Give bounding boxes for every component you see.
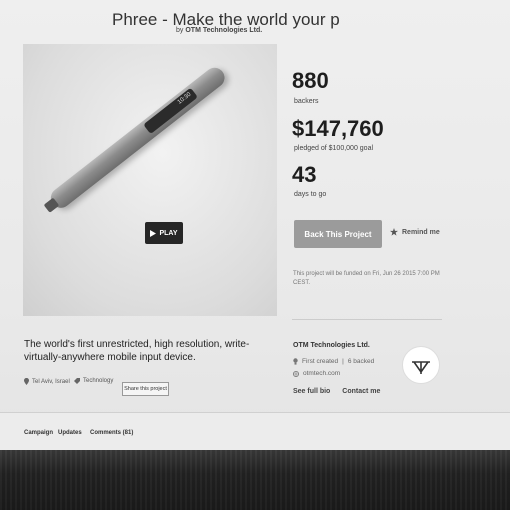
- funding-note: This project will be funded on Fri, Jun …: [293, 271, 440, 286]
- backed-count[interactable]: 6 backed: [348, 358, 374, 365]
- pen-display-text: 10:30: [176, 91, 193, 106]
- first-created-text: First created: [302, 358, 339, 365]
- category-text: Technology: [83, 378, 114, 384]
- pen-display: 10:30: [143, 87, 198, 135]
- creator-link[interactable]: OTM Technologies Ltd.: [185, 27, 262, 34]
- otm-logo-icon: [412, 361, 430, 374]
- pen-tip: [43, 197, 60, 213]
- location-link[interactable]: Tel Aviv, Israel: [24, 378, 70, 385]
- pledged-label: pledged of $100,000 goal: [294, 145, 374, 152]
- divider: [292, 319, 442, 320]
- tag-icon: [74, 378, 80, 384]
- stat-separator: |: [342, 358, 344, 365]
- backers-count: 880: [292, 68, 329, 93]
- creator-name[interactable]: OTM Technologies Ltd.: [293, 342, 370, 349]
- star-icon: [390, 228, 398, 236]
- project-video[interactable]: 10:30 PLAY: [23, 44, 277, 316]
- project-description: The world's first unrestricted, high res…: [24, 339, 250, 363]
- backers-label: backers: [294, 98, 319, 105]
- remind-me-button[interactable]: Remind me: [390, 228, 440, 236]
- contact-me-link[interactable]: Contact me: [342, 388, 380, 395]
- byline: by OTM Technologies Ltd.: [176, 27, 262, 34]
- creator-stats: First created | 6 backed: [293, 358, 374, 365]
- tab-updates[interactable]: Updates: [58, 430, 82, 436]
- days-label: days to go: [294, 191, 327, 198]
- share-button[interactable]: Share this project: [122, 382, 169, 396]
- play-icon: [150, 229, 157, 237]
- page-footer-strip: [0, 450, 510, 510]
- location-pin-icon: [24, 378, 29, 385]
- remind-label: Remind me: [402, 228, 440, 236]
- lightbulb-icon: [293, 358, 298, 365]
- tab-campaign[interactable]: Campaign: [24, 430, 53, 436]
- category-link[interactable]: Technology: [74, 378, 113, 384]
- project-page: Phree - Make the world your p by OTM Tec…: [0, 0, 510, 510]
- location-text: Tel Aviv, Israel: [32, 378, 70, 385]
- creator-website[interactable]: otmtech.com: [293, 370, 340, 377]
- globe-icon: [293, 370, 299, 377]
- tab-comments[interactable]: Comments (81): [90, 430, 133, 436]
- play-label: PLAY: [159, 229, 178, 237]
- play-button[interactable]: PLAY: [145, 222, 183, 244]
- byline-prefix: by: [176, 27, 184, 34]
- creator-avatar[interactable]: [402, 346, 440, 384]
- creator-links: See full bio Contact me: [293, 388, 390, 395]
- see-full-bio-link[interactable]: See full bio: [293, 388, 330, 395]
- pledged-amount: $147,760: [292, 116, 384, 141]
- back-project-button[interactable]: Back This Project: [294, 220, 382, 248]
- website-text: otmtech.com: [303, 370, 341, 377]
- days-count: 43: [292, 162, 317, 187]
- pen-image: 10:30: [43, 63, 229, 213]
